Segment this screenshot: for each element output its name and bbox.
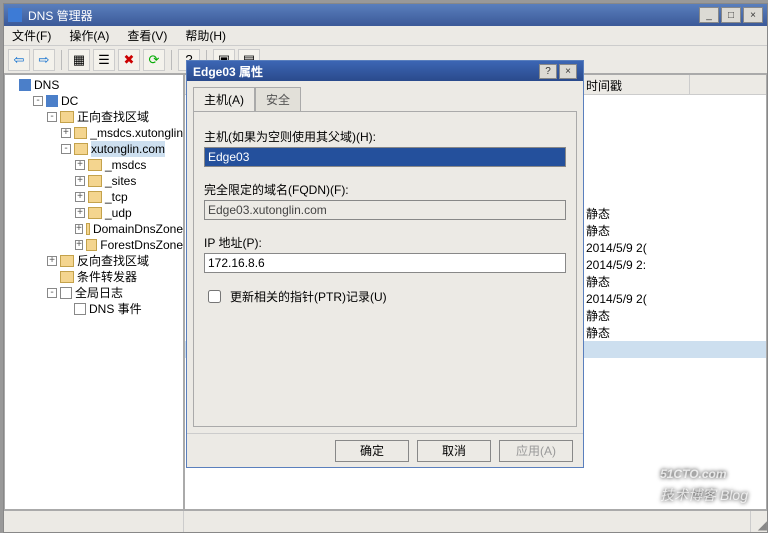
tree-child[interactable]: ForestDnsZone: [100, 237, 183, 253]
expand-icon[interactable]: +: [75, 160, 85, 170]
properties-button[interactable]: ☰: [93, 49, 115, 71]
ptr-checkbox[interactable]: [208, 290, 221, 303]
resize-grip-icon[interactable]: ◢: [751, 511, 767, 532]
expand-icon[interactable]: +: [75, 176, 85, 186]
tree-forward-zone[interactable]: 正向查找区域: [77, 109, 149, 125]
ip-input[interactable]: [204, 253, 566, 273]
tab-host[interactable]: 主机(A): [193, 87, 255, 111]
dialog-close-button[interactable]: ×: [559, 64, 577, 79]
expand-icon[interactable]: +: [75, 192, 85, 202]
fqdn-input: [204, 200, 566, 220]
tree-zone[interactable]: xutonglin.com: [91, 141, 165, 157]
folder-icon: [88, 191, 102, 203]
tree-reverse-zone[interactable]: 反向查找区域: [77, 253, 149, 269]
folder-icon: [74, 127, 88, 139]
tab-security[interactable]: 安全: [255, 87, 301, 111]
status-right: [184, 511, 751, 532]
event-icon: [74, 303, 86, 315]
tree-conditional-fwd[interactable]: 条件转发器: [77, 269, 137, 285]
dialog-help-button[interactable]: ?: [539, 64, 557, 79]
folder-icon: [60, 255, 74, 267]
tree-dns-event[interactable]: DNS 事件: [89, 301, 142, 317]
tree-msdcs-root[interactable]: _msdcs.xutonglin: [90, 125, 183, 141]
tree-child[interactable]: _udp: [105, 205, 132, 221]
maximize-button[interactable]: □: [721, 7, 741, 23]
cancel-button[interactable]: 取消: [417, 440, 491, 462]
delete-button[interactable]: ✖: [118, 49, 140, 71]
refresh-button[interactable]: ⟳: [143, 49, 165, 71]
tree-dc[interactable]: DC: [61, 93, 78, 109]
dialog-title: Edge03 属性: [193, 63, 263, 80]
host-label: 主机(如果为空则使用其父域)(H):: [204, 128, 566, 145]
menu-help[interactable]: 帮助(H): [181, 25, 230, 46]
tab-page-host: 主机(如果为空则使用其父域)(H): 完全限定的域名(FQDN)(F): IP …: [193, 111, 577, 427]
folder-icon: [60, 271, 74, 283]
status-left: [4, 511, 184, 532]
dialog-title-bar[interactable]: Edge03 属性 ? ×: [187, 61, 583, 81]
dialog-button-bar: 确定 取消 应用(A): [187, 433, 583, 467]
dialog-tabs: 主机(A) 安全: [193, 87, 577, 111]
folder-icon: [88, 159, 102, 171]
tree-root[interactable]: DNS: [34, 77, 59, 93]
expand-icon[interactable]: +: [75, 240, 83, 250]
title-bar[interactable]: DNS 管理器 _ □ ×: [4, 4, 767, 26]
folder-icon: [60, 111, 74, 123]
forward-button[interactable]: ⇨: [33, 49, 55, 71]
tree-child[interactable]: DomainDnsZone: [93, 221, 183, 237]
ptr-checkbox-row[interactable]: 更新相关的指针(PTR)记录(U): [204, 287, 566, 306]
app-icon: [8, 8, 22, 22]
dns-root-icon: [19, 79, 31, 91]
server-icon: [46, 95, 58, 107]
close-button[interactable]: ×: [743, 7, 763, 23]
tree-pane[interactable]: DNS -DC -正向查找区域 +_msdcs.xutonglin: [4, 74, 184, 510]
toolbar-divider: [61, 50, 62, 70]
menu-file[interactable]: 文件(F): [8, 25, 55, 46]
expand-icon[interactable]: +: [47, 256, 57, 266]
toolbar-divider: [171, 50, 172, 70]
show-tree-button[interactable]: ▦: [68, 49, 90, 71]
menu-bar: 文件(F) 操作(A) 查看(V) 帮助(H): [4, 26, 767, 46]
back-button[interactable]: ⇦: [8, 49, 30, 71]
tree-child[interactable]: _tcp: [105, 189, 128, 205]
collapse-icon[interactable]: -: [47, 288, 57, 298]
menu-view[interactable]: 查看(V): [123, 25, 171, 46]
ptr-label: 更新相关的指针(PTR)记录(U): [230, 288, 387, 305]
expand-icon[interactable]: +: [61, 128, 71, 138]
host-input[interactable]: [204, 147, 566, 167]
folder-icon: [86, 223, 90, 235]
apply-button[interactable]: 应用(A): [499, 440, 573, 462]
expand-icon[interactable]: +: [75, 224, 83, 234]
collapse-icon[interactable]: -: [61, 144, 71, 154]
folder-icon: [88, 207, 102, 219]
folder-icon: [74, 143, 88, 155]
folder-icon: [86, 239, 97, 251]
collapse-icon[interactable]: -: [33, 96, 43, 106]
ip-label: IP 地址(P):: [204, 234, 566, 251]
properties-dialog: Edge03 属性 ? × 主机(A) 安全 主机(如果为空则使用其父域)(H)…: [186, 60, 584, 468]
tree-child[interactable]: _msdcs: [105, 157, 146, 173]
fqdn-label: 完全限定的域名(FQDN)(F):: [204, 181, 566, 198]
tree-global-log[interactable]: 全局日志: [75, 285, 123, 301]
expand-icon[interactable]: +: [75, 208, 85, 218]
ok-button[interactable]: 确定: [335, 440, 409, 462]
collapse-icon[interactable]: -: [47, 112, 57, 122]
folder-icon: [88, 175, 102, 187]
tree-child[interactable]: _sites: [105, 173, 136, 189]
minimize-button[interactable]: _: [699, 7, 719, 23]
status-bar: ◢: [4, 510, 767, 532]
log-icon: [60, 287, 72, 299]
col-timestamp[interactable]: 时间戳: [580, 75, 690, 94]
menu-action[interactable]: 操作(A): [65, 25, 113, 46]
window-title: DNS 管理器: [28, 7, 93, 24]
